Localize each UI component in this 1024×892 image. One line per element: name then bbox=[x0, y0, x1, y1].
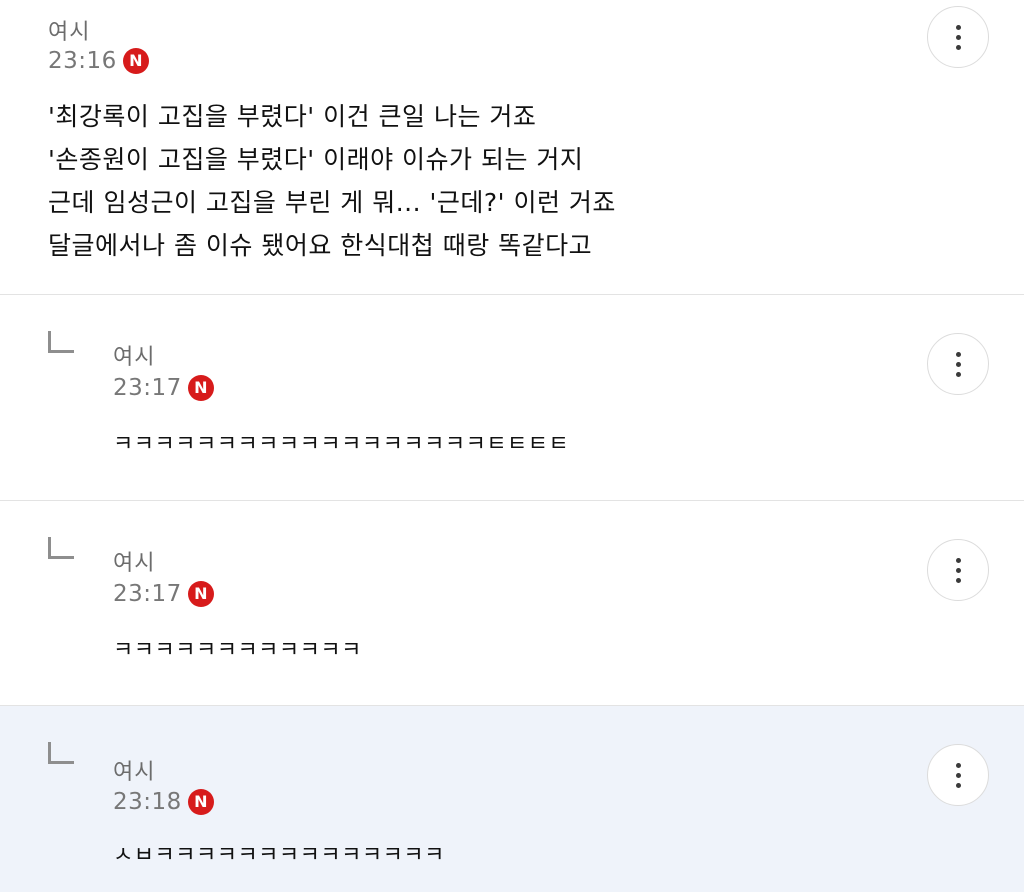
new-badge-icon: N bbox=[187, 375, 214, 401]
reply-comment-item: 여시 23:17 N ㅋㅋㅋㅋㅋㅋㅋㅋㅋㅋㅋㅋㅋㅋㅋㅋㅋㅋㅌㅌㅌㅌ bbox=[0, 295, 1024, 501]
more-options-button[interactable] bbox=[927, 333, 989, 395]
more-vertical-icon bbox=[955, 351, 961, 357]
comment-meta: 23:17 N bbox=[113, 581, 214, 607]
comment-author[interactable]: 여시 bbox=[113, 754, 155, 786]
reply-arrow-icon bbox=[48, 742, 74, 764]
more-options-button[interactable] bbox=[927, 744, 989, 806]
reply-arrow-icon bbox=[48, 331, 74, 353]
more-vertical-icon bbox=[955, 557, 961, 563]
comment-meta: 23:16 N bbox=[48, 48, 149, 74]
new-badge-icon: N bbox=[122, 48, 149, 74]
more-vertical-icon-dot bbox=[955, 782, 961, 788]
comment-time: 23:16 bbox=[48, 48, 117, 74]
comment-text: ㅋㅋㅋㅋㅋㅋㅋㅋㅋㅋㅋㅋ bbox=[113, 638, 362, 663]
more-vertical-icon bbox=[955, 762, 961, 768]
more-vertical-icon bbox=[955, 24, 961, 30]
comment-time: 23:18 bbox=[113, 789, 182, 815]
more-vertical-icon-dot bbox=[955, 34, 961, 40]
comment-text: '최강록이 고집을 부렸다' 이건 큰일 나는 거죠 '손종원이 고집을 부렸다… bbox=[48, 102, 616, 260]
reply-comment-item: 여시 23:17 N ㅋㅋㅋㅋㅋㅋㅋㅋㅋㅋㅋㅋ bbox=[0, 501, 1024, 706]
more-vertical-icon-dot bbox=[955, 577, 961, 583]
comment-author[interactable]: 여시 bbox=[113, 545, 155, 577]
comment-text: ㅋㅋㅋㅋㅋㅋㅋㅋㅋㅋㅋㅋㅋㅋㅋㅋㅋㅋㅌㅌㅌㅌ bbox=[113, 432, 570, 457]
more-vertical-icon-dot bbox=[955, 567, 961, 573]
more-vertical-icon-dot bbox=[955, 772, 961, 778]
new-badge-icon: N bbox=[187, 581, 214, 607]
more-options-button[interactable] bbox=[927, 6, 989, 68]
reply-comment-item-highlighted: 여시 23:18 N ㅅㅂㅋㅋㅋㅋㅋㅋㅋㅋㅋㅋㅋㅋㅋㅋ bbox=[0, 706, 1024, 892]
more-options-button[interactable] bbox=[927, 539, 989, 601]
reply-arrow-icon bbox=[48, 537, 74, 559]
more-vertical-icon-dot bbox=[955, 44, 961, 50]
comment-meta: 23:17 N bbox=[113, 375, 214, 401]
new-badge-icon: N bbox=[187, 789, 214, 815]
comment-meta: 23:18 N bbox=[113, 789, 214, 815]
comment-text: ㅅㅂㅋㅋㅋㅋㅋㅋㅋㅋㅋㅋㅋㅋㅋㅋ bbox=[113, 843, 445, 868]
comment-item: 여시 23:16 N '최강록이 고집을 부렸다' 이건 큰일 나는 거죠 '손… bbox=[0, 0, 1024, 295]
comment-time: 23:17 bbox=[113, 581, 182, 607]
more-vertical-icon-dot bbox=[955, 371, 961, 377]
comment-time: 23:17 bbox=[113, 375, 182, 401]
comment-author[interactable]: 여시 bbox=[113, 339, 155, 371]
comment-author[interactable]: 여시 bbox=[48, 14, 90, 46]
more-vertical-icon-dot bbox=[955, 361, 961, 367]
